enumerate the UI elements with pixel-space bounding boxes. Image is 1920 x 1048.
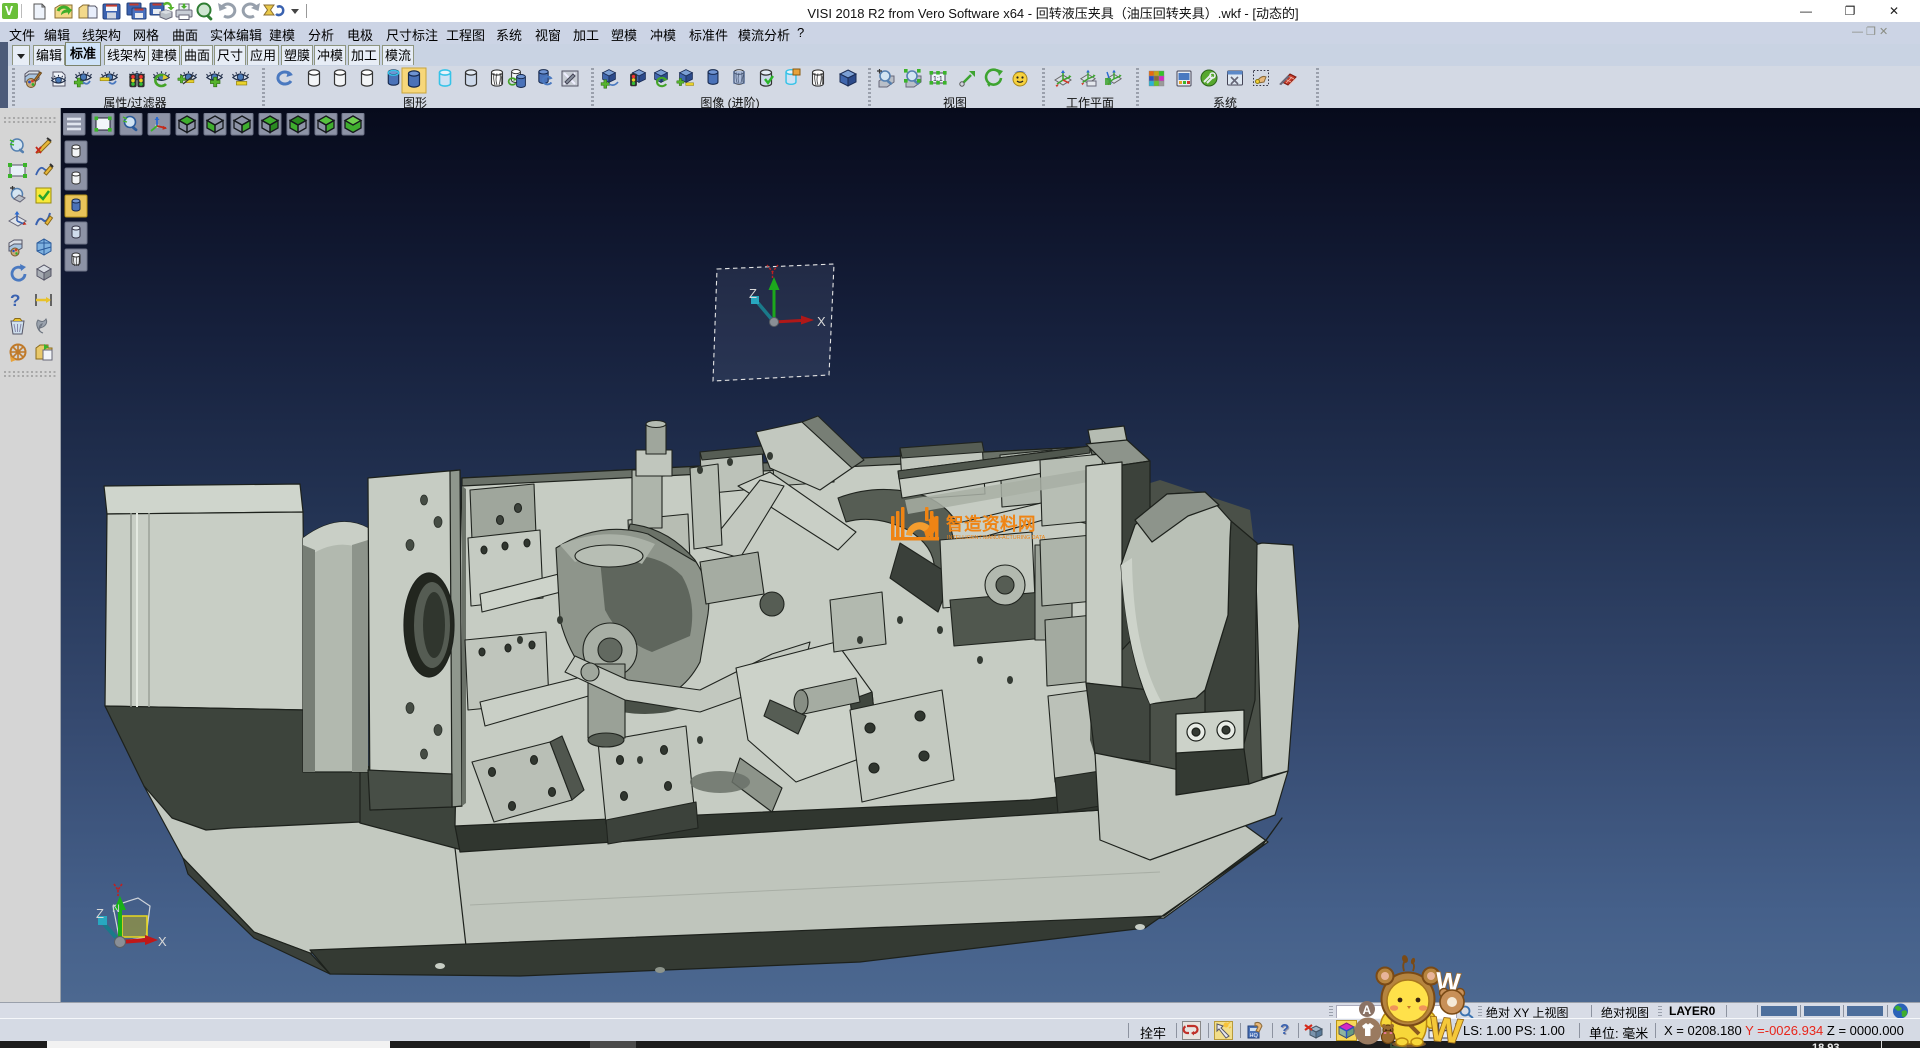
- svg-text:X: X: [817, 314, 826, 329]
- svg-text:N: N: [112, 903, 120, 915]
- svg-text:Z: Z: [749, 286, 757, 301]
- svg-text:W: W: [1428, 1010, 1465, 1048]
- svg-text:INTELLIGENT MANUFACTURING DATA: INTELLIGENT MANUFACTURING DATA: [947, 535, 1046, 541]
- svg-text:Z: Z: [96, 906, 104, 921]
- svg-text:HQ: HQ: [1250, 1033, 1259, 1039]
- svg-text:X: X: [158, 934, 167, 949]
- svg-text:A: A: [1363, 1003, 1372, 1017]
- svg-text:?: ?: [10, 291, 20, 310]
- svg-text:智造资料网: 智造资料网: [946, 514, 1036, 534]
